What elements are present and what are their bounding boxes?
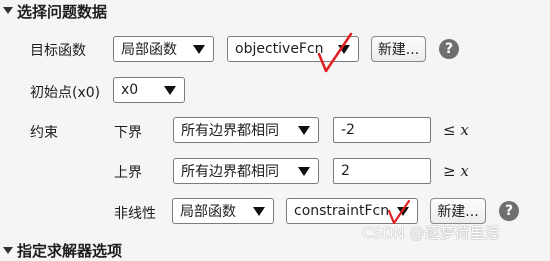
nonlinear-label: 非线性 [114, 206, 156, 222]
objective-new-button[interactable]: 新建... [371, 36, 426, 62]
variable-x: x [460, 121, 469, 139]
red-checkmark-annotation [317, 32, 353, 73]
nonlinear-new-button[interactable]: 新建... [430, 198, 486, 224]
lower-bound-input[interactable]: -2 [333, 117, 431, 143]
variable-x: x [460, 162, 469, 180]
upper-bound-label: 上界 [114, 165, 142, 181]
watermark: CSDN @逐梦荷里活 [362, 224, 500, 242]
nonlinear-function-value: constraintFcn [294, 203, 390, 219]
nonlinear-type-value: 局部函数 [180, 204, 236, 220]
dropdown-arrow-icon [253, 207, 265, 216]
upper-bound-mode-dropdown[interactable]: 所有边界都相同 [173, 158, 319, 184]
lower-bound-mode-dropdown[interactable]: 所有边界都相同 [173, 117, 319, 143]
initial-point-label: 初始点(x0) [30, 85, 101, 101]
constraints-label: 约束 [30, 125, 58, 141]
lower-bound-value: -2 [341, 122, 355, 138]
objective-type-dropdown[interactable]: 局部函数 [113, 36, 214, 62]
section-title[interactable]: 选择问题数据 [17, 1, 107, 22]
upper-bound-mode-value: 所有边界都相同 [181, 164, 279, 180]
nonlinear-type-dropdown[interactable]: 局部函数 [172, 198, 274, 224]
section-collapse-icon[interactable] [3, 7, 13, 14]
objective-type-value: 局部函数 [121, 42, 177, 58]
upper-bound-relation: ≥ x [443, 162, 469, 180]
help-icon[interactable]: ? [439, 39, 459, 59]
dropdown-arrow-icon [164, 86, 176, 95]
upper-bound-input[interactable]: 2 [333, 158, 431, 184]
objective-function-value: objectiveFcn [235, 41, 324, 57]
objective-label: 目标函数 [30, 43, 86, 59]
dropdown-arrow-icon [298, 167, 310, 176]
initial-point-value: x0 [121, 82, 139, 98]
initial-point-dropdown[interactable]: x0 [113, 77, 185, 103]
lower-bound-label: 下界 [114, 125, 142, 141]
dropdown-arrow-icon [298, 126, 310, 135]
greater-equal-symbol: ≥ [443, 162, 456, 180]
less-equal-symbol: ≤ [443, 121, 456, 139]
lower-bound-mode-value: 所有边界都相同 [181, 123, 279, 139]
upper-bound-value: 2 [341, 163, 350, 179]
dropdown-arrow-icon [193, 45, 205, 54]
help-icon[interactable]: ? [499, 201, 519, 221]
lower-bound-relation: ≤ x [443, 121, 469, 139]
